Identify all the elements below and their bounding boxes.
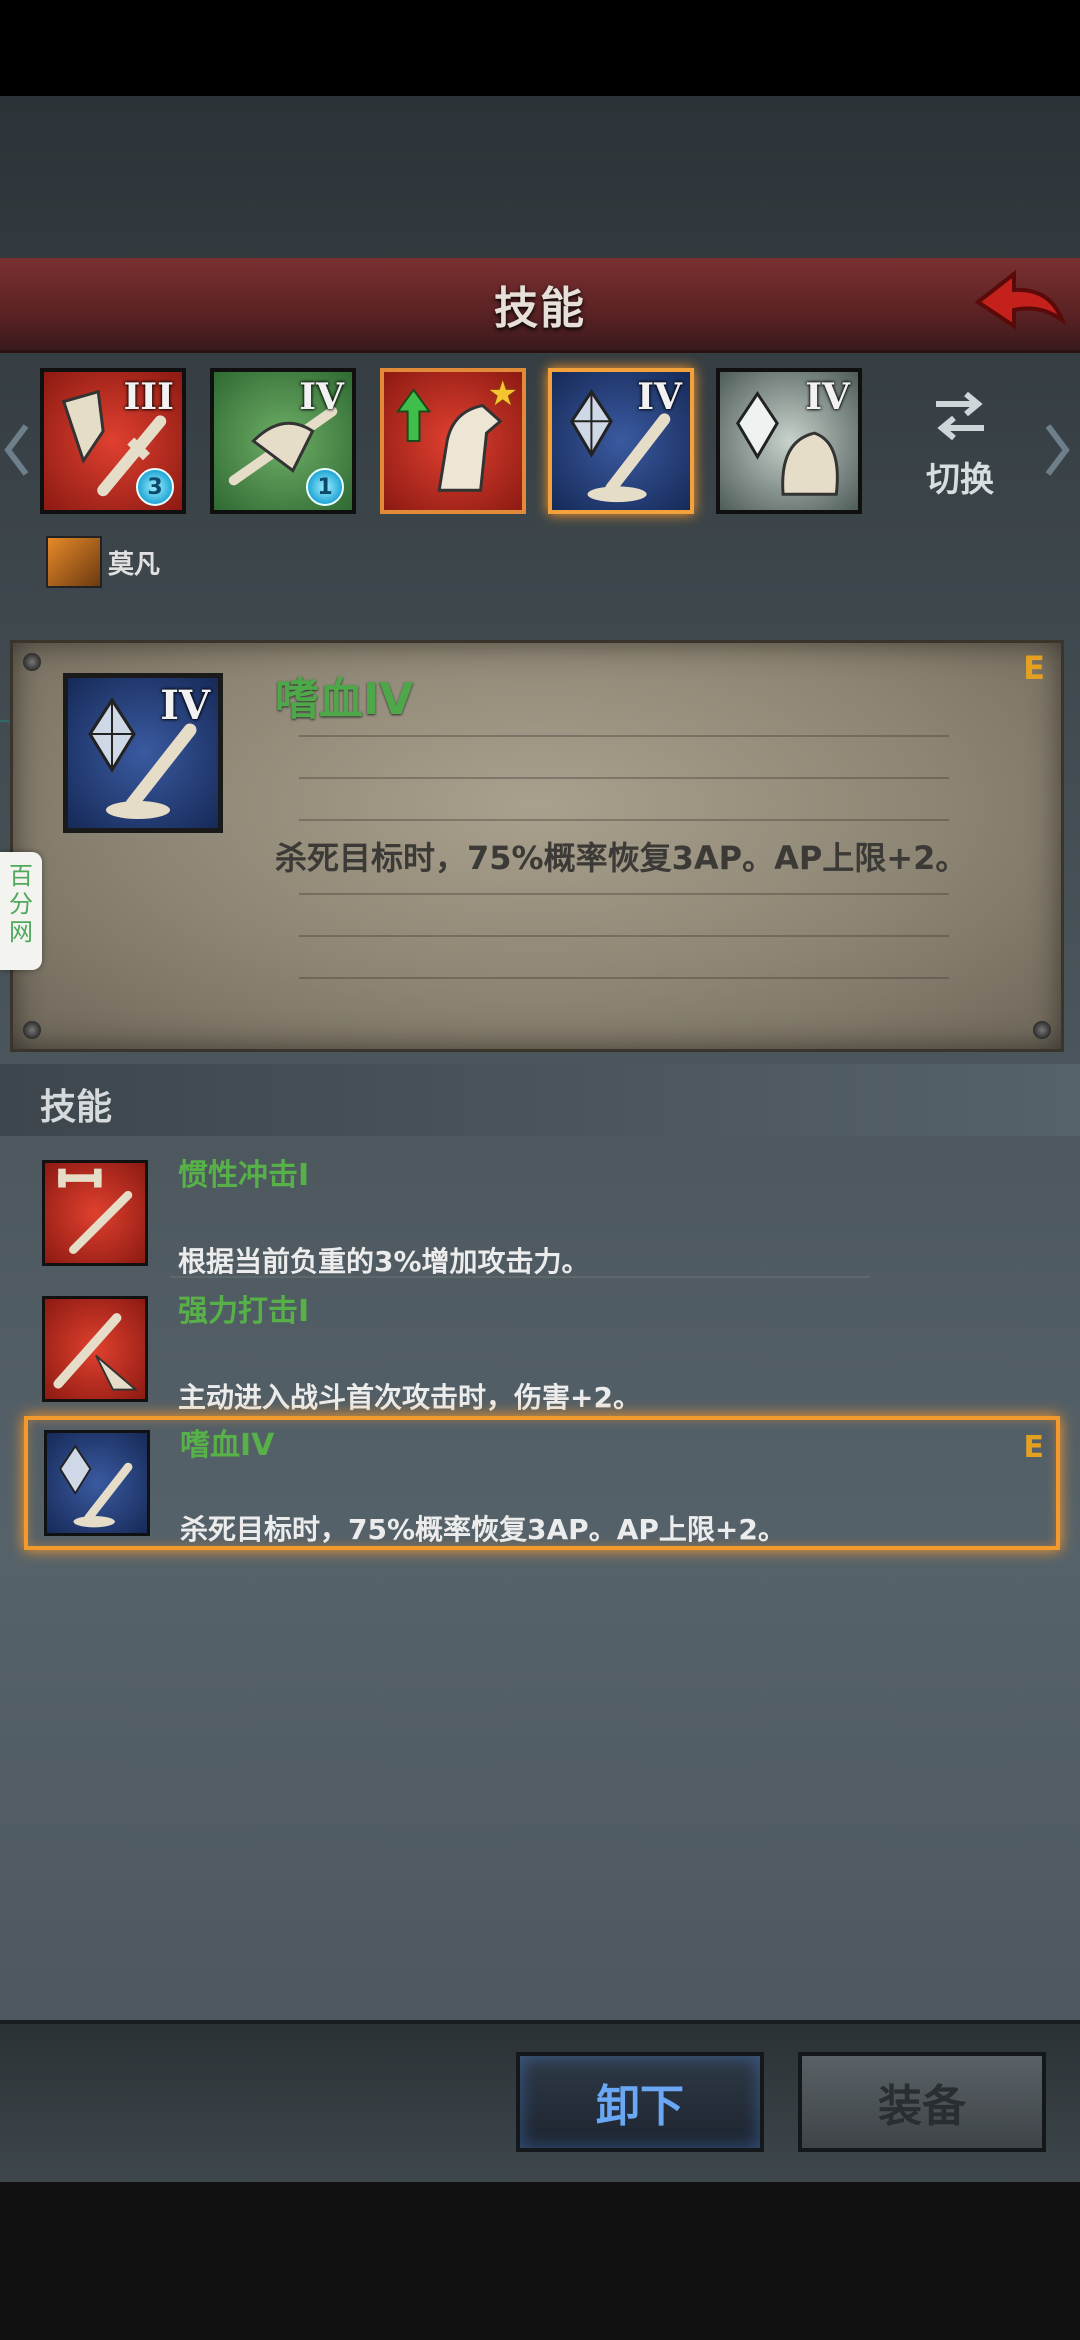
skill-detail-card: IV 嗜血IV E 杀死目标时，75%概率恢复3AP。AP上限+2。 <box>10 640 1064 1052</box>
detail-skill-name: 嗜血IV <box>275 674 414 725</box>
skill-icon <box>44 1430 150 1536</box>
skill-list-item[interactable]: 惯性冲击I 根据当前负重的3%增加攻击力。 <box>24 1150 1064 1280</box>
divider <box>299 935 949 937</box>
skill-tabs-row: III 3 IV 1 ★ IV IV 切换 莫凡 <box>0 350 1080 874</box>
watermark-tab: 百分网 <box>0 852 42 970</box>
rivet <box>1033 1021 1051 1039</box>
tier-numeral: IV <box>637 376 682 418</box>
rivet <box>23 653 41 671</box>
switch-button[interactable]: 切换 <box>920 388 1000 500</box>
skill-list-item[interactable]: 强力打击I 主动进入战斗首次攻击时，伤害+2。 <box>24 1286 1064 1416</box>
tier-numeral: III <box>123 376 174 418</box>
skill-icon <box>42 1160 148 1266</box>
title-bar: 技能 <box>0 258 1080 353</box>
gem-badge: 1 <box>306 468 344 506</box>
grade-badge: E <box>1023 649 1045 687</box>
gem-badge: 3 <box>136 468 174 506</box>
detail-skill-icon: IV <box>63 673 223 833</box>
skill-description: 根据当前负重的3%增加攻击力。 <box>178 1245 590 1278</box>
back-arrow-icon[interactable] <box>970 266 1066 342</box>
skill-tab-4-selected[interactable]: IV <box>548 368 694 514</box>
skill-tab-5[interactable]: IV <box>716 368 862 514</box>
weight-sword-icon <box>58 1168 133 1255</box>
chevron-right-icon[interactable] <box>1040 420 1074 480</box>
skill-tab-2[interactable]: IV 1 <box>210 368 356 514</box>
crystal-sword-icon <box>59 1444 133 1528</box>
divider <box>299 977 949 979</box>
unequip-button[interactable]: 卸下 <box>516 2052 764 2152</box>
equip-button[interactable]: 装备 <box>798 2052 1046 2152</box>
skill-description: 主动进入战斗首次攻击时，伤害+2。 <box>178 1381 641 1414</box>
skill-name: 惯性冲击I <box>178 1158 310 1193</box>
page-title: 技能 <box>494 283 586 334</box>
watermark-text: 百分网 <box>9 862 33 946</box>
divider <box>170 1276 870 1278</box>
hero-name: 莫凡 <box>108 550 161 580</box>
tier-numeral: IV <box>299 376 344 418</box>
skill-description: 杀死目标时，75%概率恢复3AP。AP上限+2。 <box>180 1513 786 1546</box>
divider <box>299 893 949 895</box>
tier-numeral: IV <box>160 682 210 729</box>
skill-name: 强力打击I <box>178 1294 310 1329</box>
skill-name: 嗜血IV <box>180 1428 275 1463</box>
tier-numeral: IV <box>805 376 850 418</box>
grade-badge: E <box>1023 1430 1045 1465</box>
skill-icon <box>42 1296 148 1402</box>
strike-sword-icon <box>53 1313 139 1391</box>
skills-section-header: 技能 <box>0 1064 1080 1136</box>
skill-tab-3[interactable]: ★ <box>380 368 526 514</box>
detail-description: 杀死目标时，75%概率恢复3AP。AP上限+2。 <box>275 839 968 877</box>
star-icon: ★ <box>487 374 518 414</box>
skill-tab-1[interactable]: III 3 <box>40 368 186 514</box>
divider <box>299 735 949 737</box>
section-title: 技能 <box>40 1087 113 1128</box>
rivet <box>23 1021 41 1039</box>
chevron-left-icon[interactable] <box>0 420 34 480</box>
skill-list-item-selected[interactable]: 嗜血IV E 杀死目标时，75%概率恢复3AP。AP上限+2。 <box>24 1416 1060 1550</box>
bottom-bar <box>0 2178 1080 2340</box>
switch-label: 切换 <box>926 460 994 500</box>
divider <box>299 819 949 821</box>
swap-arrows-icon <box>936 391 984 441</box>
divider <box>299 777 949 779</box>
hero-avatar[interactable] <box>46 536 102 588</box>
